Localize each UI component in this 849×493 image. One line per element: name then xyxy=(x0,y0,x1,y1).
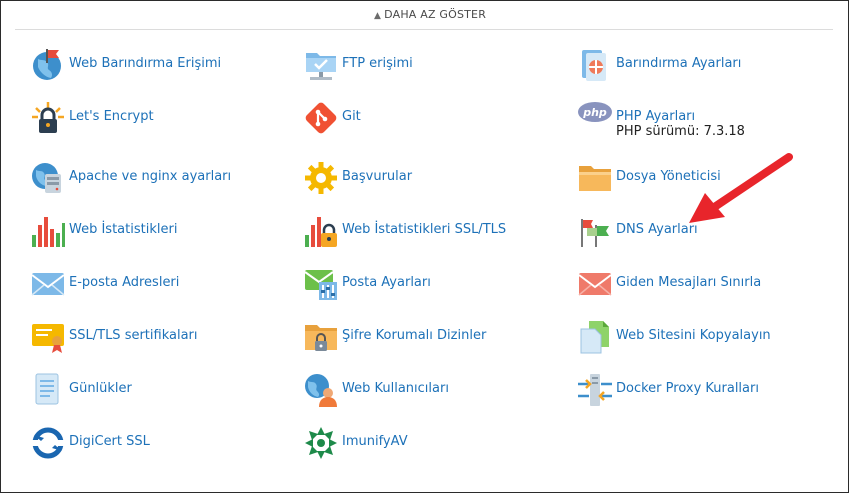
tool-label: SSL/TLS sertifikaları xyxy=(69,328,198,343)
folder-lock-icon xyxy=(303,319,339,355)
tool-label: E-posta Adresleri xyxy=(69,275,180,290)
tool-label: Posta Ayarları xyxy=(342,275,431,290)
tool-label: Barındırma Ayarları xyxy=(616,56,742,71)
dns-flags-icon xyxy=(577,213,613,249)
tool-label: Web Sitesini Kopyalayın xyxy=(616,328,771,343)
lock-sun-icon xyxy=(30,100,66,136)
show-less-label: DAHA AZ GÖSTER xyxy=(384,8,487,21)
tool-label: Docker Proxy Kuralları xyxy=(616,381,759,396)
tool-label: Apache ve nginx ayarları xyxy=(69,169,232,184)
tool-label: Web Kullanıcıları xyxy=(342,381,449,396)
bar-chart-lock-icon xyxy=(303,213,339,249)
server-globe-icon xyxy=(30,160,66,196)
tool-label: Let's Encrypt xyxy=(69,109,154,124)
tool-label: Web Barındırma Erişimi xyxy=(69,56,222,71)
envelope-icon xyxy=(30,266,66,302)
tools-panel: ▲ DAHA AZ GÖSTER Web Barındırma Erişimi F… xyxy=(0,0,849,493)
header-divider xyxy=(15,29,833,30)
proxy-rules-icon xyxy=(577,372,613,408)
tool-label: Web İstatistikleri SSL/TLS xyxy=(342,222,507,237)
svg-text:php: php xyxy=(582,106,607,119)
imunify-shield-icon xyxy=(303,425,339,461)
tool-label: Günlükler xyxy=(69,381,132,396)
panel-header: ▲ DAHA AZ GÖSTER xyxy=(1,1,848,29)
php-icon: php xyxy=(577,100,613,136)
settings-document-icon xyxy=(577,47,613,83)
show-less-toggle[interactable]: ▲ DAHA AZ GÖSTER xyxy=(374,8,486,21)
certificate-icon xyxy=(30,319,66,355)
copy-documents-icon xyxy=(577,319,613,355)
php-version-text: PHP sürümü: 7.3.18 xyxy=(616,124,745,139)
envelope-settings-icon xyxy=(303,266,339,302)
tool-label: Git xyxy=(342,109,361,124)
tool-label: ImunifyAV xyxy=(342,434,408,449)
tool-label: Şifre Korumalı Dizinler xyxy=(342,328,487,343)
bar-chart-icon xyxy=(30,213,66,249)
tool-label: FTP erişimi xyxy=(342,56,413,71)
tool-label: Web İstatistikleri xyxy=(69,222,178,237)
envelope-red-icon xyxy=(577,266,613,302)
annotation-arrow-icon xyxy=(685,151,795,231)
globe-user-icon xyxy=(303,372,339,408)
tool-label: PHP Ayarları xyxy=(616,109,696,124)
chevron-up-icon: ▲ xyxy=(374,11,382,21)
git-icon xyxy=(303,100,339,136)
digicert-icon xyxy=(30,425,66,461)
gear-icon xyxy=(303,160,339,196)
tool-label: Giden Mesajları Sınırla xyxy=(616,275,762,290)
ftp-folder-icon xyxy=(303,47,339,83)
log-document-icon xyxy=(30,372,66,408)
tool-label: DigiCert SSL xyxy=(69,434,150,449)
folder-icon xyxy=(577,160,613,196)
globe-flag-icon xyxy=(30,47,66,83)
tool-label: Başvurular xyxy=(342,169,413,184)
